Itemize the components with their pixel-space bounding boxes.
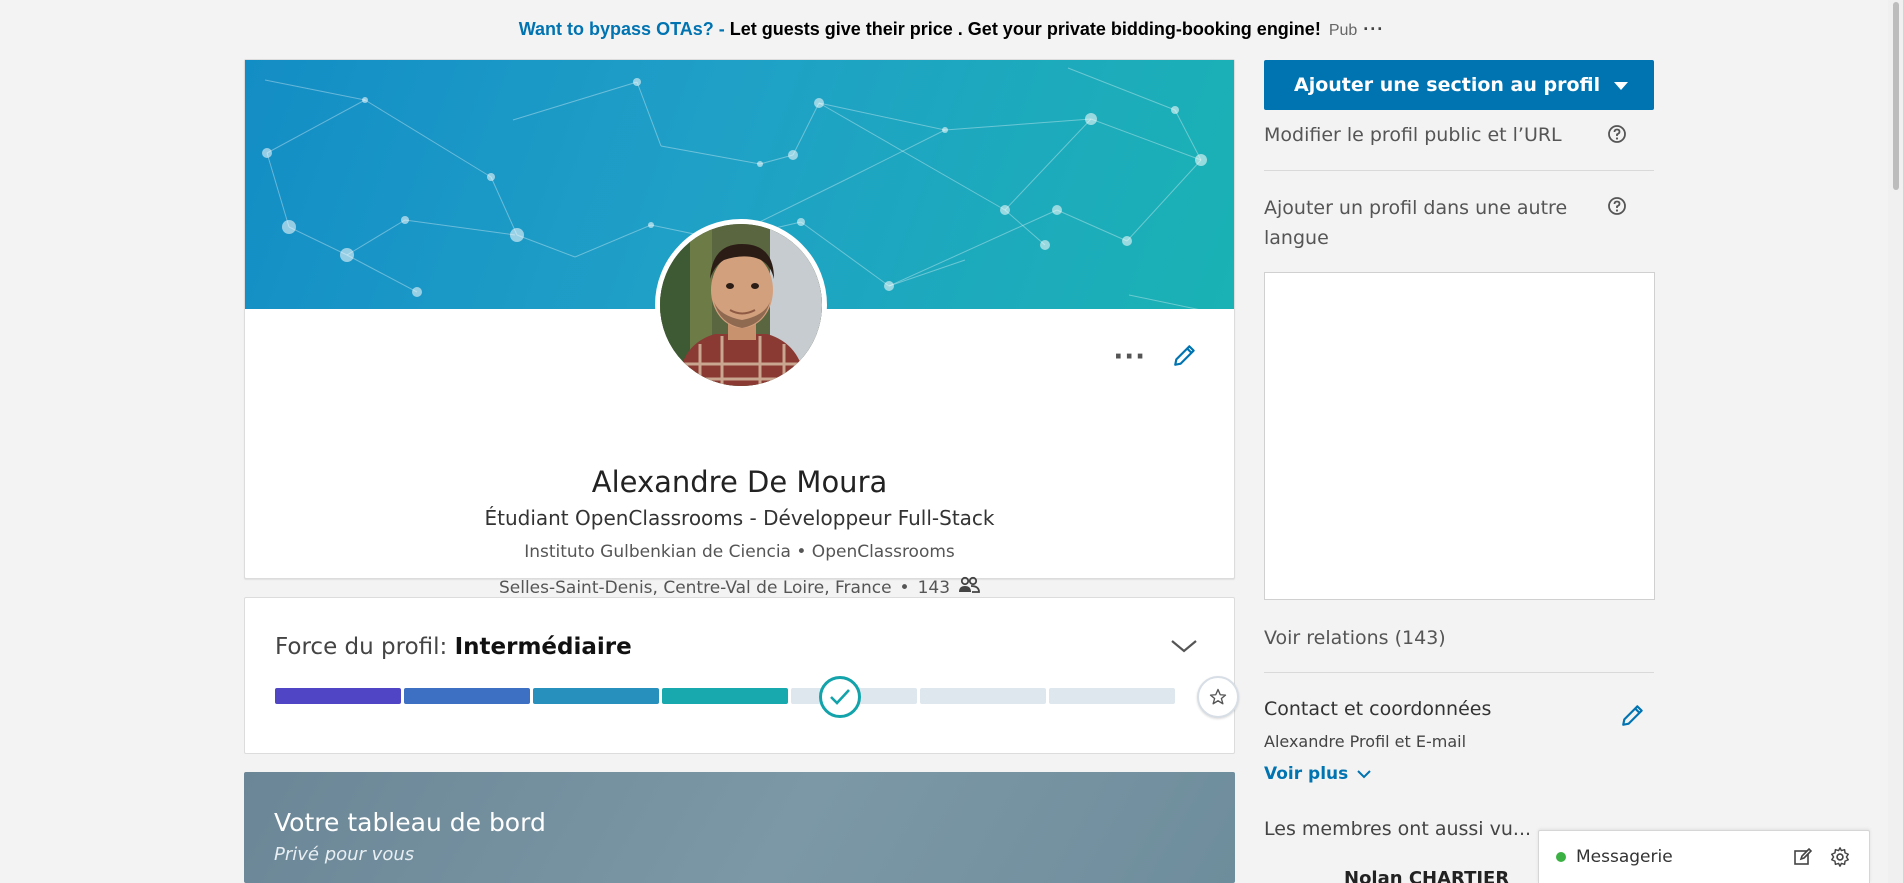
profile-location-line: Selles-Saint-Denis, Centre-Val de Loire,… xyxy=(245,576,1234,599)
connections-count[interactable]: 143 xyxy=(918,578,950,598)
add-profile-section-button[interactable]: Ajouter une section au profil xyxy=(1264,60,1654,110)
help-icon[interactable] xyxy=(1607,196,1627,220)
add-language-profile-line1: Ajouter un profil dans une autre xyxy=(1264,197,1568,219)
edit-public-profile-link[interactable]: Modifier le profil public et l’URL xyxy=(1264,120,1562,150)
ad-text[interactable]: Let guests give their price . Get your p… xyxy=(730,19,1321,39)
ad-banner: Want to bypass OTAs? - Let guests give t… xyxy=(0,16,1903,42)
checkmark-icon xyxy=(819,676,861,718)
suggested-member-name[interactable]: Nolan CHARTIER xyxy=(1344,868,1509,883)
more-actions-icon[interactable]: ··· xyxy=(1113,344,1146,370)
scrollbar-thumb[interactable] xyxy=(1893,2,1899,190)
chevron-down-icon[interactable] xyxy=(1170,638,1198,658)
see-more-link[interactable]: Voir plus xyxy=(1264,764,1372,784)
caret-down-icon xyxy=(1614,82,1628,90)
contact-info-title: Contact et coordonnées xyxy=(1264,698,1492,720)
profile-location: Selles-Saint-Denis, Centre-Val de Loire,… xyxy=(498,577,892,598)
strength-level: Intermédiaire xyxy=(454,634,632,660)
ad-link[interactable]: Want to bypass OTAs? - xyxy=(519,19,730,39)
connections-link[interactable]: Voir relations (143) xyxy=(1264,623,1446,653)
see-more-label: Voir plus xyxy=(1264,764,1349,784)
strength-label: Force du profil: xyxy=(275,634,455,660)
messaging-bar[interactable]: Messagerie xyxy=(1538,830,1870,883)
strength-title: Force du profil: Intermédiaire xyxy=(275,634,632,660)
profile-headline: Étudiant OpenClassrooms - Développeur Fu… xyxy=(484,506,995,530)
profile-avatar[interactable] xyxy=(655,219,827,391)
profile-top-card: ··· Alexandre De Moura Étudiant OpenClas… xyxy=(244,59,1235,598)
messaging-label: Messagerie xyxy=(1576,847,1673,867)
avatar-portrait xyxy=(660,224,822,386)
profile-strength-card: Force du profil: Intermédiaire xyxy=(244,597,1239,754)
ad-pub-label: Pub xyxy=(1328,22,1358,39)
rail-divider xyxy=(1264,672,1654,673)
profile-name: Alexandre De Moura xyxy=(591,465,888,499)
separator-dot: • xyxy=(899,577,910,598)
edit-intro-pencil-icon[interactable] xyxy=(1172,342,1198,372)
help-icon[interactable] xyxy=(1607,124,1627,148)
dashboard-card: Votre tableau de bord Privé pour vous xyxy=(244,772,1235,883)
compose-message-icon[interactable] xyxy=(1793,847,1813,871)
online-status-dot xyxy=(1556,852,1566,862)
strength-segment-filled xyxy=(275,688,401,704)
members-also-viewed-title: Les membres ont aussi vu... xyxy=(1264,818,1532,840)
gear-icon[interactable] xyxy=(1829,846,1851,872)
strength-segment-filled xyxy=(533,688,659,704)
add-language-profile-link[interactable]: Ajouter un profil dans une autre langue xyxy=(1264,193,1567,253)
contact-info-subtitle: Alexandre Profil et E-mail xyxy=(1264,732,1467,751)
strength-segment-empty xyxy=(920,688,1046,704)
edit-contact-pencil-icon[interactable] xyxy=(1620,702,1646,732)
strength-segment-filled xyxy=(662,688,788,704)
strength-segment-filled xyxy=(404,688,530,704)
add-profile-section-label: Ajouter une section au profil xyxy=(1294,74,1601,96)
ad-placeholder-box xyxy=(1264,272,1655,600)
chevron-down-icon xyxy=(1357,770,1371,779)
star-icon[interactable] xyxy=(1197,676,1239,718)
strength-segment-empty xyxy=(1049,688,1175,704)
profile-institutions[interactable]: Instituto Gulbenkian de Ciencia • OpenCl… xyxy=(245,542,1234,562)
dashboard-title: Votre tableau de bord xyxy=(274,808,546,837)
ad-more-icon[interactable]: ··· xyxy=(1363,19,1384,39)
add-language-profile-line2: langue xyxy=(1264,227,1329,249)
connections-people-icon[interactable] xyxy=(958,576,980,599)
dashboard-subtitle: Privé pour vous xyxy=(274,844,415,865)
rail-divider xyxy=(1264,170,1654,171)
strength-meter xyxy=(275,676,1239,718)
